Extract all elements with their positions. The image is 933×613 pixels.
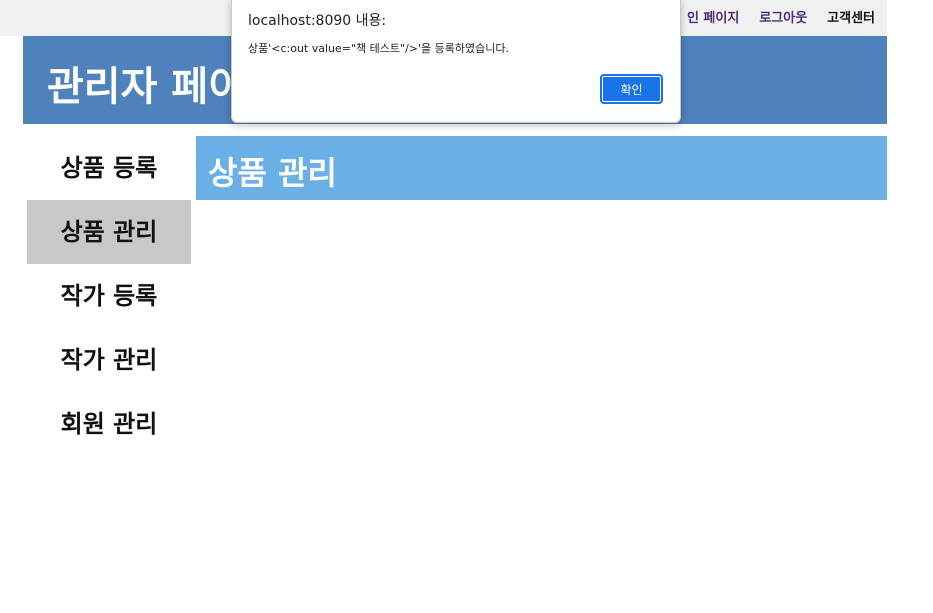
top-links: 인 페이지 로그아웃 고객센터	[687, 7, 875, 26]
dialog-message: 상품'<c:out value="책 테스트"/>'을 등록하였습니다.	[248, 42, 510, 55]
main-page-link[interactable]: 인 페이지	[687, 7, 739, 26]
content-title: 상품 관리	[208, 154, 337, 192]
sidebar: 상품 등록 상품 관리 작가 등록 작가 관리 회원 관리	[27, 136, 191, 456]
sidebar-item-product-register[interactable]: 상품 등록	[27, 136, 191, 200]
sidebar-item-author-manage[interactable]: 작가 관리	[27, 328, 191, 392]
sidebar-item-member-manage[interactable]: 회원 관리	[27, 392, 191, 456]
content-title-bar: 상품 관리	[196, 136, 887, 200]
alert-dialog: localhost:8090 내용: 상품'<c:out value="책 테스…	[231, 0, 681, 123]
ok-button[interactable]: 확인	[600, 74, 663, 104]
logout-link[interactable]: 로그아웃	[759, 7, 807, 26]
sidebar-item-product-manage[interactable]: 상품 관리	[27, 200, 191, 264]
customer-center-link[interactable]: 고객센터	[827, 7, 875, 26]
dialog-title: localhost:8090 내용:	[248, 13, 387, 29]
page-title: 관리자 페이	[47, 64, 245, 110]
sidebar-item-author-register[interactable]: 작가 등록	[27, 264, 191, 328]
